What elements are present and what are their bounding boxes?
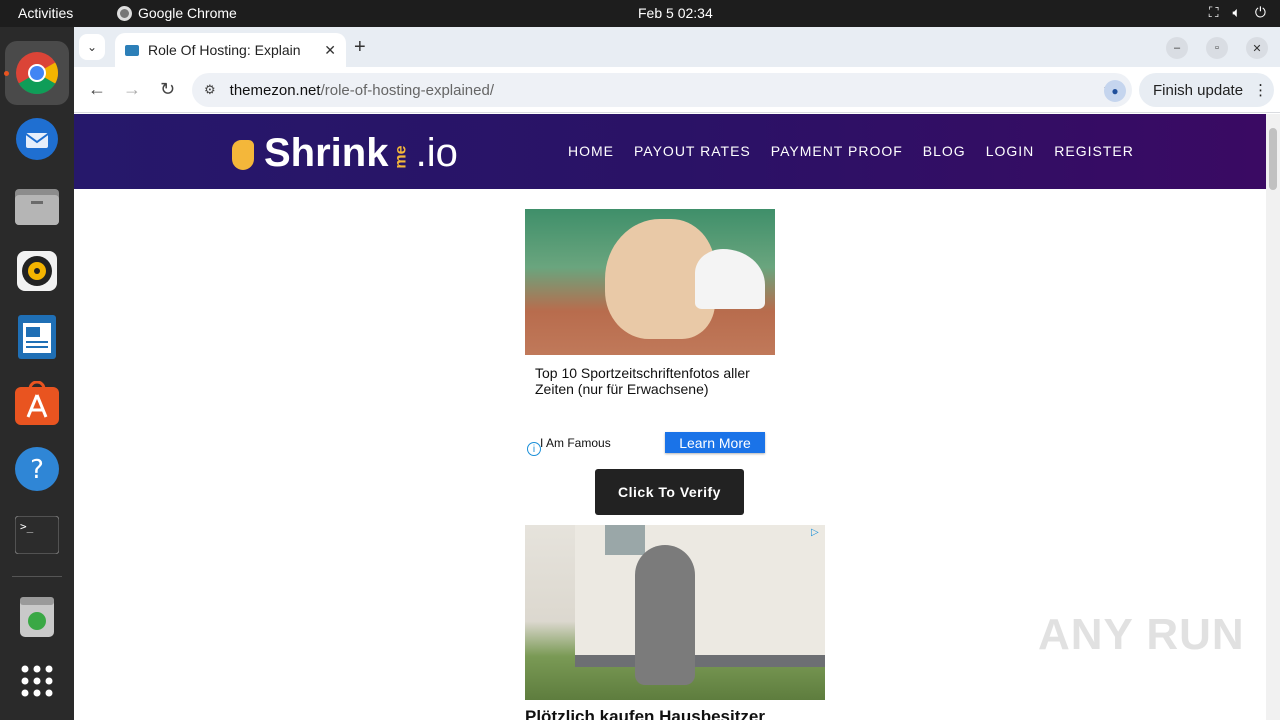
reload-button[interactable]: ↻ (160, 79, 175, 100)
menu-register[interactable]: REGISTER (1054, 143, 1134, 159)
chrome-icon (16, 52, 59, 95)
address-bar[interactable]: ⚙ themezon.net/role-of-hosting-explained… (192, 73, 1132, 107)
ad-brand: I Am Famous (540, 436, 611, 450)
ad-caption[interactable]: Top 10 Sportzeitschriftenfotos aller Zei… (535, 365, 770, 397)
close-icon: ✕ (1252, 42, 1262, 55)
help-icon: ? (15, 447, 59, 491)
logo-main: Shrink (264, 131, 389, 175)
site-info-icon[interactable]: ⚙ (204, 82, 216, 98)
ad-info-icon[interactable]: i (527, 442, 541, 456)
ad2-base (575, 655, 825, 667)
url-path: /role-of-hosting-explained/ (320, 81, 494, 99)
minimize-icon: – (1173, 42, 1181, 54)
files-icon (15, 189, 59, 225)
url-host: themezon.net (229, 81, 321, 99)
tab-search-button[interactable]: ⌄ (79, 34, 105, 60)
system-tray[interactable]: ⛶ 🔈︎ ⏻ (1209, 4, 1266, 21)
clock[interactable]: Feb 5 02:34 (638, 5, 713, 21)
dock-help[interactable]: ? (13, 445, 61, 493)
network-icon: ⛶ (1208, 4, 1219, 20)
dock-terminal[interactable]: >_ (13, 511, 61, 559)
ad-image[interactable] (525, 209, 775, 355)
adchoices-icon[interactable]: ▷ (811, 527, 823, 539)
ad2-image[interactable]: ▷ (525, 525, 825, 700)
app-center-icon (15, 381, 59, 425)
menu-payout-rates[interactable]: PAYOUT RATES (634, 143, 751, 159)
svg-text:>_: >_ (20, 520, 34, 533)
active-tab[interactable]: Role Of Hosting: Explain ✕ (115, 33, 346, 67)
running-indicator (4, 71, 9, 76)
dock-separator (12, 576, 62, 577)
dock-chrome[interactable] (13, 49, 61, 97)
reload-icon: ↻ (160, 79, 176, 99)
app-grid-icon (21, 665, 53, 697)
ad2-headline[interactable]: Plötzlich kaufen Hausbesitzer (525, 707, 765, 720)
trash-icon (20, 597, 54, 637)
thunderbird-icon (16, 118, 58, 160)
close-window-button[interactable]: ✕ (1246, 37, 1268, 59)
tab-title: Role Of Hosting: Explain (148, 42, 301, 58)
minimize-button[interactable]: – (1166, 37, 1188, 59)
logo-me: me (393, 145, 411, 169)
rhythmbox-icon (17, 251, 57, 291)
site-logo[interactable]: Shrink me .io (224, 126, 458, 176)
scrollbar-thumb[interactable] (1269, 128, 1277, 190)
power-icon: ⏻ (1254, 4, 1266, 20)
chevron-down-icon: ⌄ (86, 40, 98, 54)
dock-files[interactable] (13, 181, 61, 229)
app-menu[interactable]: Google Chrome (117, 5, 237, 21)
site-menu: HOME PAYOUT RATES PAYMENT PROOF BLOG LOG… (568, 143, 1134, 159)
dock-thunderbird[interactable] (13, 115, 61, 163)
site-header: Shrink me .io HOME PAYOUT RATES PAYMENT … (74, 114, 1266, 189)
ad2-window (605, 525, 645, 555)
hand-pointer-icon (224, 130, 264, 176)
dock: ? >_ (0, 27, 74, 720)
arrow-right-icon: → (123, 79, 141, 99)
restore-button[interactable]: ▫ (1206, 37, 1228, 59)
activities-button[interactable]: Activities (18, 5, 73, 21)
new-tab-button[interactable]: + (354, 36, 366, 59)
person-icon: ● (1111, 84, 1119, 98)
ad2-figure (635, 545, 695, 685)
dock-app-center[interactable] (13, 379, 61, 427)
menu-blog[interactable]: BLOG (923, 143, 966, 159)
forward-button[interactable]: → (123, 79, 141, 100)
ad-image-detail (695, 249, 765, 309)
dock-app-grid[interactable] (13, 657, 61, 705)
menu-payment-proof[interactable]: PAYMENT PROOF (771, 143, 903, 159)
arrow-left-icon: ← (88, 79, 106, 99)
click-to-verify-button[interactable]: Click To Verify (595, 469, 744, 515)
writer-icon (18, 315, 56, 359)
advertisement-2[interactable]: ▷ Plötzlich kaufen Hausbesitzer (525, 525, 825, 720)
back-button[interactable]: ← (88, 79, 106, 100)
profile-avatar[interactable]: ● (1104, 80, 1126, 102)
app-name-label: Google Chrome (138, 5, 237, 21)
dock-writer[interactable] (13, 313, 61, 361)
chrome-small-icon (117, 5, 132, 21)
system-top-bar: Activities Google Chrome Feb 5 02:34 ⛶ 🔈… (0, 0, 1280, 27)
logo-tld: .io (415, 131, 458, 175)
menu-login[interactable]: LOGIN (986, 143, 1035, 159)
menu-home[interactable]: HOME (568, 143, 614, 159)
restore-icon: ▫ (1215, 42, 1219, 54)
dock-rhythmbox[interactable] (13, 247, 61, 295)
learn-more-button[interactable]: Learn More (665, 432, 765, 453)
more-vert-icon: ⋮ (1253, 82, 1269, 99)
tab-strip: ⌄ Role Of Hosting: Explain ✕ + – ▫ ✕ (74, 27, 1280, 67)
terminal-icon: >_ (15, 516, 59, 554)
svg-text:?: ? (30, 455, 44, 485)
tab-close-icon[interactable]: ✕ (324, 42, 336, 59)
volume-icon: 🔈︎ (1232, 4, 1241, 20)
anyrun-watermark: ANY RUN (1038, 610, 1245, 659)
advertisement-1[interactable]: Top 10 Sportzeitschriftenfotos aller Zei… (525, 209, 775, 459)
page-scrollbar[interactable] (1266, 114, 1280, 720)
finish-update-button[interactable]: Finish update ⋮ (1139, 73, 1274, 107)
dock-trash[interactable] (13, 593, 61, 641)
favicon-icon (125, 44, 139, 56)
browser-toolbar: ← → ↻ ⚙ themezon.net/role-of-hosting-exp… (74, 67, 1280, 113)
finish-update-label: Finish update (1153, 81, 1244, 99)
